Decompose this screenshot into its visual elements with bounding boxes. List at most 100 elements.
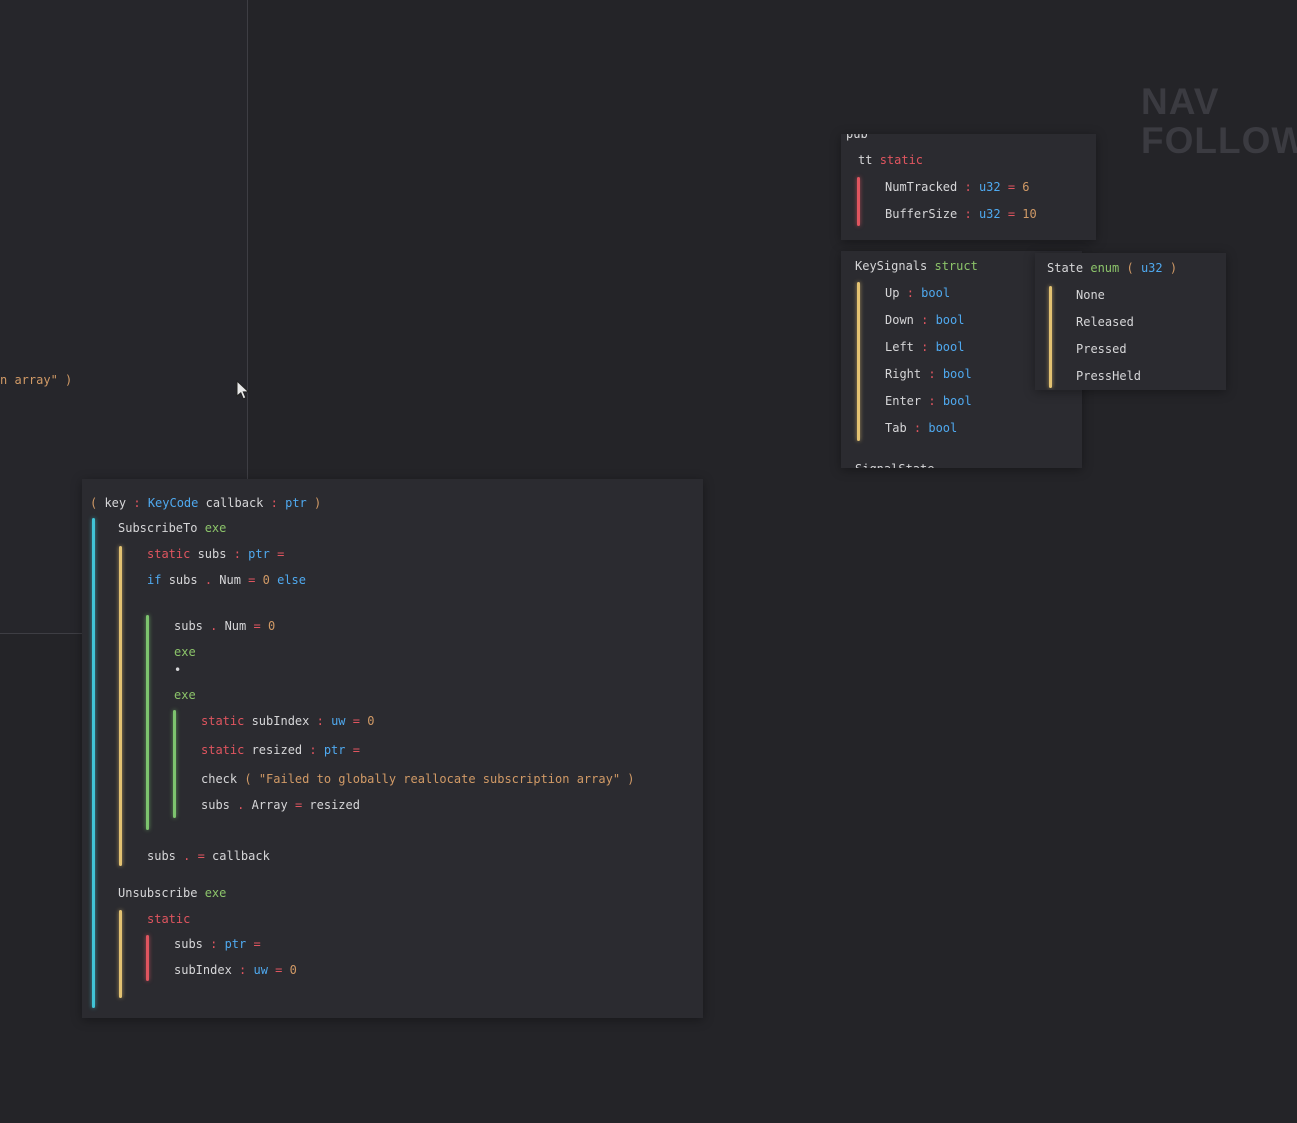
code-token: bool (942, 394, 972, 408)
code-token: 10 (1022, 207, 1037, 221)
code-line[interactable]: static (147, 911, 190, 927)
code-token: uw (253, 963, 276, 977)
code-token: Up (885, 286, 907, 300)
code-token: SubscribeTo (118, 521, 205, 535)
code-token: check (201, 772, 245, 786)
code-token: . (204, 573, 220, 587)
watermark-line-1: NAV (1141, 81, 1220, 122)
code-token: KeySignals (855, 259, 935, 273)
code-token: : (316, 714, 332, 728)
code-token: = (253, 937, 261, 951)
code-token: : (964, 207, 979, 221)
code-line-check[interactable]: check ( "Failed to globally reallocate s… (201, 771, 635, 787)
code-token: : (928, 394, 943, 408)
code-line[interactable]: Tab : bool (885, 420, 957, 436)
code-token: KeyCode (147, 496, 206, 510)
state-enum-panel[interactable]: State enum ( u32 ) None Released Pressed… (1035, 253, 1226, 390)
code-line-clipped-pub[interactable]: pub (846, 134, 868, 142)
scope-guide-red (857, 177, 860, 226)
code-token: static (201, 743, 252, 757)
code-line[interactable]: exe (174, 687, 196, 703)
scope-guide-cyan (92, 518, 95, 1008)
code-line[interactable]: subs . Array = resized (201, 797, 360, 813)
subscription-panel[interactable]: ( key : KeyCode callback : ptr ) Subscri… (82, 479, 703, 1018)
tracking-panel[interactable]: pub tt static NumTracked : u32 = 6 Buffe… (841, 134, 1096, 240)
code-line[interactable]: Released (1076, 314, 1134, 330)
code-token: u32 (978, 180, 1008, 194)
code-line-header[interactable]: KeySignals struct (855, 258, 978, 274)
code-line[interactable]: NumTracked : u32 = 6 (885, 179, 1030, 195)
code-line[interactable]: Right : bool (885, 366, 972, 382)
code-token: Left (885, 340, 922, 354)
code-line[interactable]: SubscribeTo exe (118, 520, 226, 536)
code-line-header[interactable]: tt static (858, 152, 923, 168)
code-token: bool (921, 286, 951, 300)
code-line[interactable]: if subs . Num = 0 else (147, 572, 306, 588)
cursor-arrow-icon (236, 379, 250, 400)
code-line[interactable]: subs . = callback (147, 848, 270, 864)
code-token: ) (314, 496, 322, 510)
code-line-signature[interactable]: ( key : KeyCode callback : ptr ) (90, 495, 321, 511)
code-token: NumTracked (885, 180, 965, 194)
code-line-header[interactable]: State enum ( u32 ) (1047, 260, 1177, 276)
code-line-clipped-signalstate[interactable]: SignalState (855, 461, 934, 468)
code-token: : (913, 421, 929, 435)
editor-canvas[interactable]: NAV FOLLOW n array" ) pub tt static NumT… (0, 0, 1297, 1123)
code-line[interactable]: exe (174, 644, 196, 660)
code-line[interactable]: Up : bool (885, 285, 950, 301)
code-token: Enter (885, 394, 929, 408)
code-token: 6 (1022, 180, 1030, 194)
code-token: : (309, 743, 324, 757)
code-line[interactable]: BufferSize : u32 = 10 (885, 206, 1037, 222)
code-token: ( (244, 772, 259, 786)
scope-guide-yellow (119, 546, 122, 866)
code-token: : (133, 496, 148, 510)
code-token: tt (858, 153, 880, 167)
code-token: : (921, 313, 936, 327)
code-token: : (921, 340, 936, 354)
code-token: : (233, 547, 249, 561)
code-line[interactable]: Pressed (1076, 341, 1127, 357)
code-token: bool (942, 367, 972, 381)
code-token: enum (1090, 261, 1127, 275)
code-token: = (352, 714, 368, 728)
code-line[interactable]: PressHeld (1076, 368, 1141, 384)
code-token: bool (935, 313, 965, 327)
scope-guide-red (146, 935, 149, 981)
code-line[interactable]: subs : ptr = (174, 936, 261, 952)
code-line[interactable]: None (1076, 287, 1105, 303)
scope-guide-yellow (119, 910, 122, 998)
code-line[interactable]: subs . Num = 0 (174, 618, 275, 634)
code-token: : (906, 286, 922, 300)
code-token: if (147, 573, 169, 587)
watermark: NAV FOLLOW (1141, 82, 1297, 160)
code-token: = (1007, 180, 1023, 194)
code-line[interactable]: subIndex : uw = 0 (174, 962, 297, 978)
code-token: = (1007, 207, 1023, 221)
code-token: : (239, 963, 254, 977)
code-token: Down (885, 313, 922, 327)
code-token: ) (627, 772, 635, 786)
code-line-fragment[interactable]: n array" ) (0, 372, 72, 388)
code-token: = (197, 849, 213, 863)
code-token: : (210, 937, 225, 951)
code-line[interactable]: Down : bool (885, 312, 964, 328)
code-line[interactable]: Left : bool (885, 339, 964, 355)
code-token: u32 (1140, 261, 1170, 275)
scope-guide-yellow (857, 282, 860, 441)
code-token: • (174, 663, 182, 677)
code-token: ) (65, 373, 73, 387)
code-token: resized (309, 798, 360, 812)
code-token: : (964, 180, 979, 194)
code-token: subIndex (251, 714, 317, 728)
placeholder-dot[interactable]: • (174, 662, 181, 678)
code-line[interactable]: static subIndex : uw = 0 (201, 713, 374, 729)
code-line[interactable]: Enter : bool (885, 393, 972, 409)
code-line[interactable]: Unsubscribe exe (118, 885, 226, 901)
code-token: State (1047, 261, 1091, 275)
code-line[interactable]: static subs : ptr = (147, 546, 284, 562)
scope-guide-green (146, 615, 149, 830)
code-line[interactable]: static resized : ptr = (201, 742, 360, 758)
code-token: subs (147, 849, 184, 863)
code-token: . (237, 798, 252, 812)
